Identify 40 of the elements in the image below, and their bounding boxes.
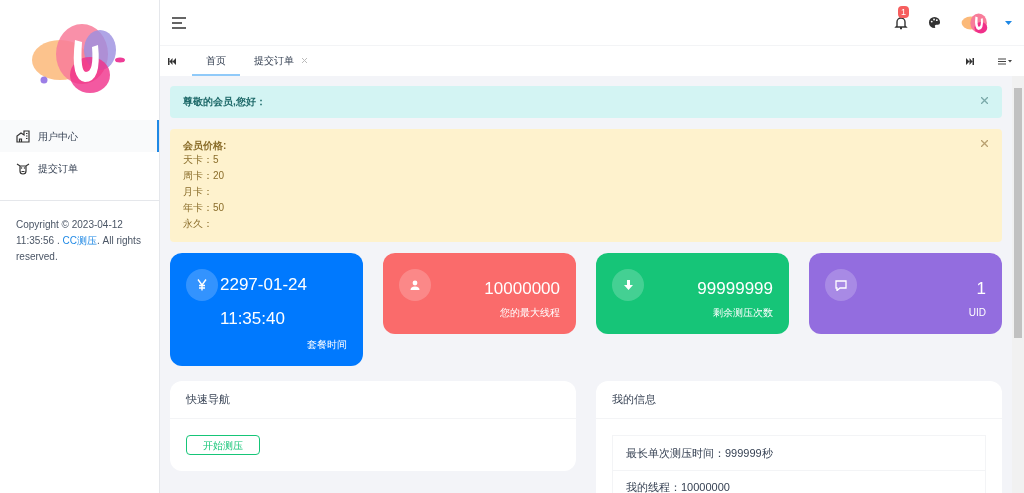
building-icon [16, 129, 30, 143]
notification-badge: 1 [898, 5, 909, 18]
bell-icon[interactable] [894, 15, 908, 30]
message-icon [825, 269, 857, 301]
alert-line: 永久： [183, 217, 213, 231]
cow-icon [16, 161, 30, 175]
download-icon [612, 269, 644, 301]
caret-icon[interactable] [1005, 20, 1012, 25]
scrollbar[interactable] [1012, 76, 1024, 493]
card-title: 快速导航 [170, 381, 576, 419]
alert-title: 尊敬的会员,您好： [183, 96, 266, 108]
alert-title: 会员价格: [183, 140, 227, 152]
alert-line: 年卡：50 [183, 201, 225, 215]
palette-icon[interactable] [928, 16, 941, 29]
yen-icon [186, 269, 218, 301]
alert-line: 天卡：5 [183, 153, 219, 167]
skip-forward-icon[interactable] [966, 57, 974, 65]
card-title: 我的信息 [596, 381, 1002, 419]
tab[interactable]: 提交订单 [240, 46, 321, 76]
stat-value: 2297-01-24 [220, 274, 307, 296]
sidebar-item[interactable]: 提交订单 [0, 152, 159, 184]
sidebar-item[interactable]: 用户中心 [0, 120, 159, 152]
copyright-link[interactable]: CC测压 [62, 235, 97, 246]
stat-value: 1 [976, 278, 986, 300]
stat-value: 10000000 [484, 278, 560, 300]
skip-back-icon[interactable] [168, 57, 176, 65]
alert-line: 周卡：20 [183, 169, 225, 183]
stat-value: 99999999 [697, 278, 773, 300]
info-row: 我的线程：10000000 [613, 470, 985, 493]
info-row-text: 最长单次测压时间：999999秒 [625, 445, 774, 461]
copyright-text: Copyright © 2023-04-12 11:35:56 . CC测压. All rights reserved. [16, 218, 142, 264]
person-icon [399, 269, 431, 301]
alert-line: 月卡： [183, 185, 213, 199]
menu-icon[interactable] [172, 16, 186, 29]
stat-label: 您的最大线程 [500, 306, 560, 320]
stat-label: 剩余测压次数 [713, 306, 773, 320]
stat-label: UID [968, 306, 986, 320]
stat-label: 套餐时间 [307, 338, 347, 352]
stat-value: 11:35:40 [220, 308, 286, 330]
menu-dropdown-icon[interactable] [998, 57, 1012, 65]
